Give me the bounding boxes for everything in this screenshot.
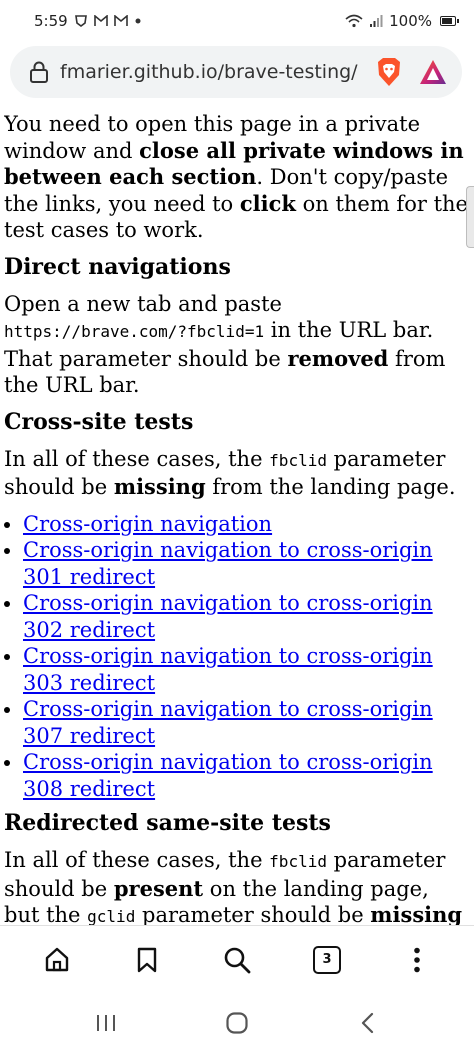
system-home-icon [226, 1012, 248, 1034]
redirected-paragraph: In all of these cases, the fbclid parame… [4, 847, 470, 925]
link-cross-origin-307-redirect[interactable]: Cross-origin navigation to cross-origin … [23, 697, 433, 748]
link-cross-origin-302-redirect[interactable]: Cross-origin navigation to cross-origin … [23, 591, 433, 642]
recent-apps-button[interactable] [82, 999, 130, 1047]
bookmark-icon [137, 947, 157, 972]
cross-site-paragraph: In all of these cases, the fbclid parame… [4, 446, 470, 501]
redirected-code-fbclid: fbclid [269, 852, 327, 871]
brave-rewards-icon[interactable] [418, 57, 448, 87]
recent-apps-icon [96, 1015, 115, 1031]
bottom-toolbar: 3 [0, 925, 474, 993]
status-bar: 5:59 100% [0, 0, 474, 42]
scroll-indicator[interactable] [466, 186, 474, 248]
system-nav-bar [0, 993, 474, 1053]
redirected-text: parameter should be [135, 903, 371, 925]
bookmark-button[interactable] [123, 936, 171, 984]
brave-notification-icon [74, 14, 88, 28]
cross-site-text: In all of these cases, the [4, 446, 270, 471]
gmail-icon [113, 15, 128, 27]
url-bar[interactable]: fmarier.github.io/brave-testing/ [10, 46, 462, 98]
heading-redirected-same-site-tests: Redirected same-site tests [4, 810, 331, 836]
list-item: Cross-origin navigation to cross-origin … [23, 643, 470, 696]
menu-button[interactable] [393, 936, 441, 984]
list-item: Cross-origin navigation to cross-origin … [23, 749, 470, 802]
system-home-button[interactable] [213, 999, 261, 1047]
gmail-icon [93, 15, 108, 27]
status-time: 5:59 [34, 12, 68, 30]
search-button[interactable] [213, 936, 261, 984]
direct-code-url: https://brave.com/?fbclid=1 [4, 322, 265, 341]
redirected-bold-missing: missing [370, 902, 463, 925]
tab-count-badge[interactable]: 3 [313, 945, 341, 974]
search-icon [224, 947, 251, 973]
direct-paragraph: Open a new tab and paste https://brave.c… [4, 291, 470, 399]
cross-site-text: from the landing page. [205, 475, 456, 499]
list-item: Cross-origin navigation to cross-origin … [23, 537, 470, 590]
battery-icon [440, 16, 459, 26]
lock-icon[interactable] [28, 61, 50, 83]
redirected-text: In all of these cases, the [4, 848, 270, 872]
link-cross-origin-301-redirect[interactable]: Cross-origin navigation to cross-origin … [23, 538, 433, 589]
system-back-button[interactable] [344, 999, 392, 1047]
direct-bold-removed: removed [287, 345, 389, 371]
page-content: You need to open this page in a private … [4, 111, 470, 925]
intro-paragraph: You need to open this page in a private … [4, 111, 470, 244]
cross-site-bold-missing: missing [113, 474, 206, 499]
heading-cross-site-tests: Cross-site tests [4, 408, 194, 435]
link-cross-origin-navigation[interactable]: Cross-origin navigation [23, 512, 272, 536]
tab-switcher-button[interactable]: 3 [303, 936, 351, 984]
redirected-bold-present: present [113, 875, 204, 901]
url-text[interactable]: fmarier.github.io/brave-testing/ [60, 61, 364, 83]
cross-site-code-fbclid: fbclid [269, 450, 327, 470]
home-icon [45, 947, 69, 971]
wifi-icon [345, 14, 363, 28]
heading-direct-navigations: Direct navigations [4, 253, 231, 280]
battery-percent: 100% [389, 12, 432, 30]
back-chevron-icon [362, 1012, 374, 1034]
home-button[interactable] [33, 936, 81, 984]
intro-bold-click: click [239, 190, 296, 216]
direct-text: Open a new tab and paste [4, 291, 282, 316]
link-cross-origin-303-redirect[interactable]: Cross-origin navigation to cross-origin … [23, 644, 433, 695]
more-vertical-icon [414, 947, 420, 972]
signal-icon [369, 14, 383, 28]
redirected-code-gclid: gclid [87, 907, 136, 925]
link-cross-origin-308-redirect[interactable]: Cross-origin navigation to cross-origin … [23, 750, 433, 801]
list-item: Cross-origin navigation to cross-origin … [23, 696, 470, 749]
status-left: 5:59 [34, 12, 142, 30]
list-item: Cross-origin navigation to cross-origin … [23, 590, 470, 643]
list-item: Cross-origin navigation [23, 511, 470, 538]
status-right: 100% [345, 12, 459, 30]
cross-site-link-list: Cross-origin navigation Cross-origin nav… [4, 511, 470, 803]
dot-icon [134, 17, 142, 25]
brave-shields-icon[interactable] [374, 57, 404, 87]
